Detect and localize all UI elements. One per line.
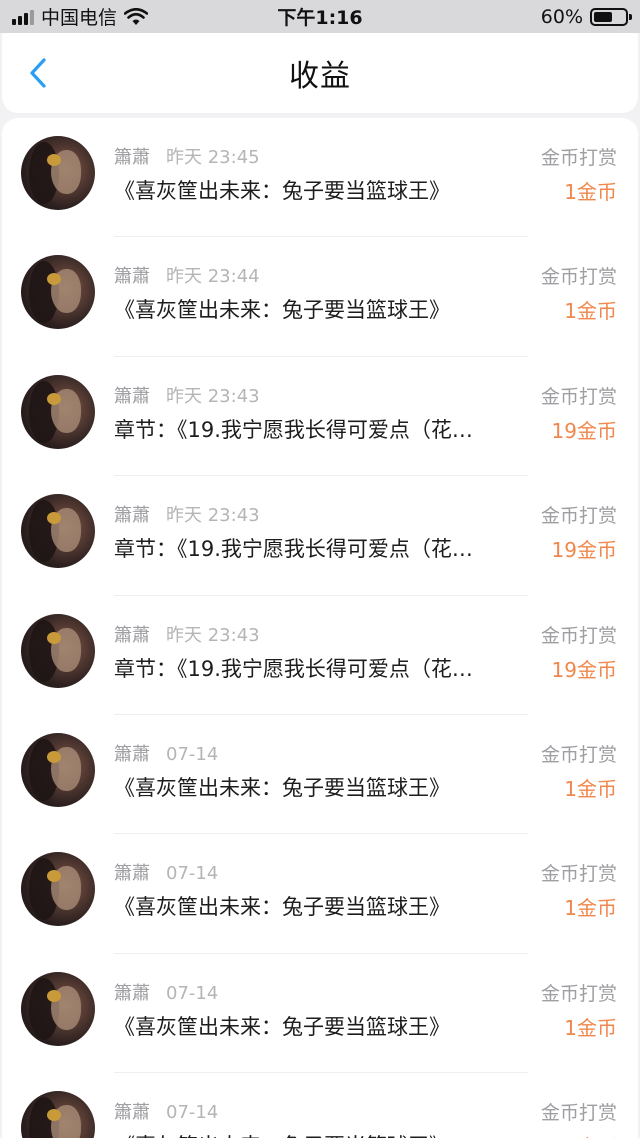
record-content: 《喜灰筐出未来：兔子要当篮球王》 xyxy=(114,298,450,323)
record-type: 金币打赏 xyxy=(540,147,617,169)
user-name: 簫蕭 xyxy=(114,385,150,407)
record-time: 昨天 23:45 xyxy=(166,147,260,168)
record-meta: 簫蕭 07-14 xyxy=(114,979,218,1005)
user-name: 簫蕭 xyxy=(114,624,150,646)
avatar[interactable] xyxy=(21,494,95,569)
record-meta: 簫蕭 07-14 xyxy=(114,1098,218,1124)
record-time: 昨天 23:44 xyxy=(166,266,260,288)
earnings-list[interactable]: 簫蕭 昨天 23:45 《喜灰筐出未来：兔子要当篮球王》 金币打赏 1金币 簫蕭 昨天 23… xyxy=(2,118,638,1138)
record-meta: 簫蕭 昨天 23:45 xyxy=(114,143,260,169)
record-amount: 1金币 xyxy=(564,776,617,801)
battery-icon xyxy=(590,7,632,26)
record-type: 金币打赏 xyxy=(540,505,617,528)
list-item[interactable]: 簫蕭 昨天 23:43 章节：《19.我宁愿我长得可爱点（花… 金币打赏 19金币 xyxy=(2,357,638,477)
battery-fill xyxy=(594,11,612,22)
list-item[interactable]: 簫蕭 昨天 23:43 章节：《19.我宁愿我长得可爱点（花… 金币打赏 19金币 xyxy=(2,476,638,596)
record-meta: 簫蕭 昨天 23:43 xyxy=(114,501,260,527)
record-type: 金币打赏 xyxy=(540,1102,617,1125)
record-content: 《喜灰筐出未来：兔子要当篮球王》 xyxy=(114,179,450,203)
list-item[interactable]: 簫蕭 07-14 《喜灰筐出未来：兔子要当篮球王》 金币打赏 1金币 xyxy=(2,834,638,955)
record-type: 金币打赏 xyxy=(540,266,617,289)
avatar[interactable] xyxy=(21,971,95,1046)
user-name: 簫蕭 xyxy=(114,743,150,765)
record-meta: 簫蕭 昨天 23:43 xyxy=(114,621,260,647)
record-content: 《喜灰筐出未来：兔子要当篮球王》 xyxy=(114,1014,450,1039)
list-item[interactable]: 簫蕭 昨天 23:45 《喜灰筐出未来：兔子要当篮球王》 金币打赏 1金币 xyxy=(2,118,638,238)
user-name: 簫蕭 xyxy=(114,505,150,527)
status-left: 中国电信 xyxy=(12,3,149,30)
chevron-left-icon xyxy=(30,58,46,88)
carrier-label: 中国电信 xyxy=(41,7,118,29)
record-amount: 19金币 xyxy=(551,657,617,682)
record-amount: 1金币 xyxy=(564,1015,617,1040)
back-button[interactable] xyxy=(20,55,56,91)
user-name: 簫蕭 xyxy=(114,863,150,885)
screen: 中国电信 下午1:16 60% 收益 簫蕭 昨天 23:45 《喜灰筐出未来：兔子要… xyxy=(0,0,640,1138)
record-amount: 1金币 xyxy=(564,1131,617,1138)
user-name: 簫蕭 xyxy=(114,982,150,1004)
record-type: 金币打赏 xyxy=(540,624,617,647)
page-title: 收益 xyxy=(289,59,351,94)
record-content: 章节：《19.我宁愿我长得可爱点（花… xyxy=(114,417,473,442)
user-name: 簫蕭 xyxy=(114,266,150,288)
avatar[interactable] xyxy=(21,852,95,927)
record-amount: 1金币 xyxy=(564,896,617,921)
status-bar: 中国电信 下午1:16 60% xyxy=(0,0,640,33)
record-meta: 簫蕭 07-14 xyxy=(114,740,218,766)
navigation-bar: 收益 xyxy=(2,33,638,113)
record-amount: 1金币 xyxy=(564,180,617,204)
record-content: 《喜灰筐出未来：兔子要当篮球王》 xyxy=(114,1130,536,1138)
avatar[interactable] xyxy=(21,613,95,688)
record-time: 昨天 23:43 xyxy=(166,385,260,407)
record-type: 金币打赏 xyxy=(540,982,617,1005)
avatar[interactable] xyxy=(21,255,95,330)
status-right: 60% xyxy=(540,5,632,28)
user-name: 簫蕭 xyxy=(114,147,150,168)
wifi-icon xyxy=(124,7,149,25)
avatar[interactable] xyxy=(21,1091,95,1138)
record-content: 《喜灰筐出未来：兔子要当篮球王》 xyxy=(114,775,450,800)
list-item[interactable]: 簫蕭 昨天 23:44 《喜灰筐出未来：兔子要当篮球王》 金币打赏 1金币 xyxy=(2,237,638,358)
list-item[interactable]: 簫蕭 07-14 《喜灰筐出未来：兔子要当篮球王》 金币打赏 1金币 xyxy=(2,715,638,835)
record-time: 07-14 xyxy=(166,1102,219,1124)
record-amount: 19金币 xyxy=(551,418,617,443)
record-time: 07-14 xyxy=(166,743,219,765)
record-time: 07-14 xyxy=(166,863,219,885)
record-meta: 簫蕭 07-14 xyxy=(114,859,218,885)
record-meta: 簫蕭 昨天 23:43 xyxy=(114,382,260,408)
record-content: 《喜灰筐出未来：兔子要当篮球王》 xyxy=(114,895,450,920)
list-item[interactable]: 簫蕭 昨天 23:43 章节：《19.我宁愿我长得可爱点（花… 金币打赏 19金币 xyxy=(2,596,638,716)
list-item[interactable]: 簫蕭 07-14 《喜灰筐出未来：兔子要当篮球王》金币打赏 1金币 xyxy=(2,1073,638,1138)
record-content: 章节：《19.我宁愿我长得可爱点（花… xyxy=(114,656,473,681)
record-time: 昨天 23:43 xyxy=(166,505,260,527)
record-content: 章节：《19.我宁愿我长得可爱点（花… xyxy=(114,537,473,562)
battery-percent: 60% xyxy=(540,5,583,28)
record-type: 金币打赏 xyxy=(540,863,617,886)
record-amount: 1金币 xyxy=(564,299,617,324)
record-time: 昨天 23:43 xyxy=(166,624,260,646)
signal-icon xyxy=(12,9,34,25)
record-amount: 19金币 xyxy=(551,538,617,563)
list-item[interactable]: 簫蕭 07-14 《喜灰筐出未来：兔子要当篮球王》 金币打赏 1金币 xyxy=(2,954,638,1074)
record-time: 07-14 xyxy=(166,982,219,1004)
avatar[interactable] xyxy=(21,732,95,807)
avatar[interactable] xyxy=(21,136,95,210)
record-type: 金币打赏 xyxy=(540,385,617,408)
user-name: 簫蕭 xyxy=(114,1102,150,1124)
record-meta: 簫蕭 昨天 23:44 xyxy=(114,262,260,288)
record-type: 金币打赏 xyxy=(540,743,617,766)
avatar[interactable] xyxy=(21,374,95,449)
